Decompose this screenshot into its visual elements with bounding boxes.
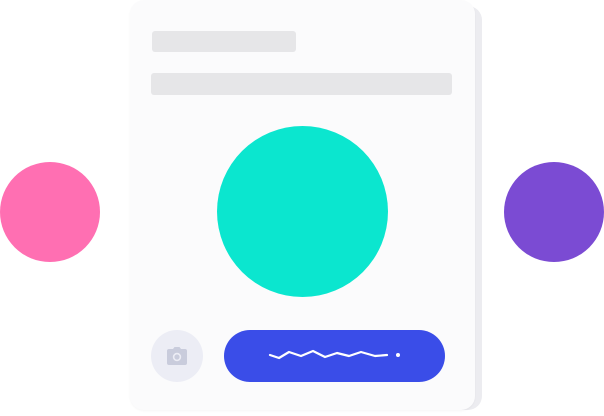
signature-icon: [268, 349, 400, 360]
profile-card: [130, 0, 475, 410]
camera-icon: [167, 347, 187, 365]
photo-circle: [217, 126, 388, 297]
right-color-dot: [504, 162, 604, 262]
left-color-dot: [0, 162, 100, 262]
illustration: [0, 0, 604, 416]
camera-button[interactable]: [151, 330, 203, 382]
subtitle-placeholder: [151, 73, 452, 95]
title-placeholder: [152, 31, 296, 52]
signature-button[interactable]: [224, 330, 445, 382]
